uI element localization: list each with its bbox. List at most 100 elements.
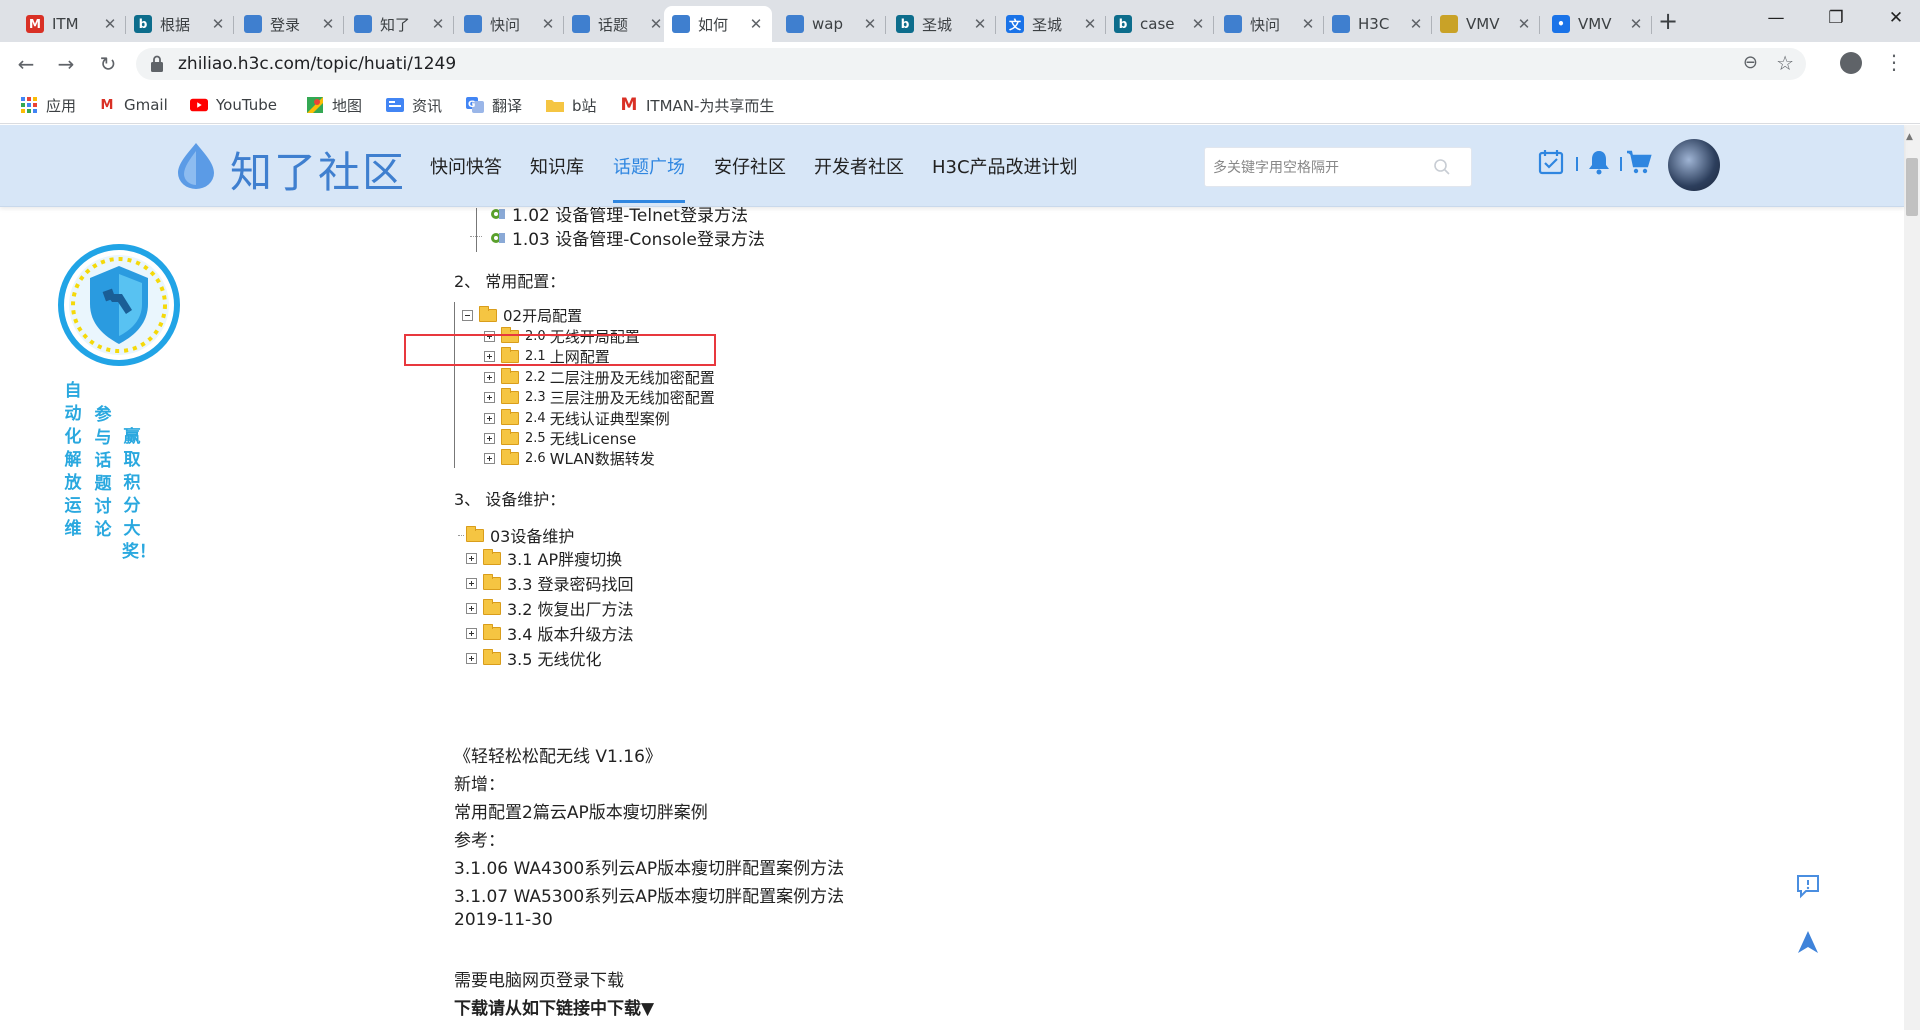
tree-folder-item[interactable]: 3.3 登录密码找回	[466, 571, 634, 595]
search-input[interactable]	[1213, 157, 1413, 179]
tab-close-icon[interactable]: ✕	[1516, 15, 1532, 33]
expand-icon[interactable]	[484, 453, 495, 465]
minimize-button[interactable]: —	[1746, 0, 1806, 36]
browser-tab[interactable]: b case ✕	[1106, 6, 1214, 42]
tree-folder-item[interactable]: 3.1 AP胖瘦切换	[466, 546, 622, 570]
tree-folder-item[interactable]: 3.4 版本升级方法	[466, 621, 634, 645]
expand-icon[interactable]	[466, 602, 477, 614]
bookmark-itman[interactable]: M ITMAN-为共享而生	[620, 94, 775, 116]
tab-close-icon[interactable]: ✕	[430, 15, 446, 33]
reload-button[interactable]: ↻	[94, 50, 122, 78]
search-icon[interactable]	[1433, 158, 1451, 176]
tree-folder-03[interactable]: 03设备维护	[458, 523, 574, 547]
address-bar[interactable]: zhiliao.h3c.com/topic/huati/1249 ⊖ ☆	[136, 48, 1806, 80]
expand-icon[interactable]	[484, 392, 495, 404]
nav-developer[interactable]: 开发者社区	[814, 153, 904, 179]
expand-icon[interactable]	[484, 371, 495, 383]
account-icon[interactable]	[1840, 52, 1862, 74]
tree-folder-02[interactable]: 02开局配置	[462, 305, 582, 326]
tree-folder-item[interactable]: 2.5 无线License	[484, 428, 636, 449]
tree-folder-item[interactable]: 2.3 三层注册及无线加密配置	[484, 387, 715, 408]
folder-icon	[501, 429, 519, 445]
browser-tab[interactable]: 话题 ✕	[564, 6, 672, 42]
h3c-icon	[1224, 15, 1242, 33]
tab-close-icon[interactable]: ✕	[540, 15, 556, 33]
tree-item-console[interactable]: 1.03 设备管理-Console登录方法	[490, 225, 765, 250]
tab-close-icon[interactable]: ✕	[1082, 15, 1098, 33]
calendar-check-icon[interactable]	[1538, 149, 1564, 175]
site-logo-text[interactable]: 知了社区	[230, 139, 406, 200]
bookmark-news[interactable]: 资讯	[386, 94, 442, 116]
tab-close-icon[interactable]: ✕	[320, 15, 336, 33]
bookmark-maps[interactable]: 地图	[306, 94, 362, 116]
feedback-icon[interactable]	[1794, 872, 1822, 900]
expand-icon[interactable]	[466, 652, 477, 664]
url-text[interactable]: zhiliao.h3c.com/topic/huati/1249	[178, 54, 456, 74]
back-button[interactable]: ←	[12, 50, 40, 78]
h3c-icon	[244, 15, 262, 33]
browser-tab[interactable]: 知了 ✕	[346, 6, 454, 42]
nav-huati[interactable]: 话题广场	[613, 153, 685, 203]
browser-tab[interactable]: 登录 ✕	[236, 6, 344, 42]
new-tab-button[interactable]: +	[1652, 6, 1684, 36]
close-window-button[interactable]: ✕	[1866, 0, 1920, 36]
bookmark-gmail[interactable]: M Gmail	[98, 94, 168, 116]
tab-close-icon[interactable]: ✕	[1190, 15, 1206, 33]
expand-icon[interactable]	[466, 552, 477, 564]
browser-tab[interactable]: b 根据 ✕	[126, 6, 234, 42]
bookmark-youtube[interactable]: YouTube	[190, 94, 277, 116]
collapse-icon[interactable]	[462, 310, 473, 321]
tree-folder-item[interactable]: 3.5 无线优化	[466, 646, 602, 670]
browser-tab[interactable]: 快问 ✕	[456, 6, 564, 42]
browser-tab[interactable]: b 圣城 ✕	[888, 6, 996, 42]
bookmark-star-icon[interactable]: ☆	[1776, 51, 1794, 75]
browser-tab[interactable]: 如何 ✕	[664, 6, 772, 42]
scroll-up-icon[interactable]: ▲	[1906, 132, 1913, 142]
bookmark-apps[interactable]: 应用	[20, 94, 76, 116]
tab-close-icon[interactable]: ✕	[210, 15, 226, 33]
bell-icon[interactable]	[1586, 149, 1612, 175]
bookmark-translate[interactable]: G 翻译	[466, 94, 522, 116]
nav-anzai[interactable]: 安仔社区	[714, 153, 786, 179]
tab-close-icon[interactable]: ✕	[748, 15, 764, 33]
cart-icon[interactable]	[1626, 149, 1652, 175]
expand-icon[interactable]	[484, 433, 495, 444]
promo-shield-badge[interactable]	[56, 242, 182, 368]
browser-tab[interactable]: M ITM ✕	[18, 6, 126, 42]
bookmark-bzhan[interactable]: b站	[546, 94, 597, 116]
expand-icon[interactable]	[466, 627, 477, 639]
browser-tab[interactable]: • VMV ✕	[1544, 6, 1652, 42]
nav-zhishiku[interactable]: 知识库	[530, 153, 584, 179]
tree-folder-item[interactable]: 2.4 无线认证典型案例	[484, 408, 670, 429]
tab-close-icon[interactable]: ✕	[1408, 15, 1424, 33]
tab-separator	[453, 16, 454, 34]
back-to-top-icon[interactable]	[1794, 928, 1822, 956]
tree-folder-item[interactable]: 3.2 恢复出厂方法	[466, 596, 634, 620]
maximize-button[interactable]: ❐	[1806, 0, 1866, 36]
tree-folder-item[interactable]: 2.2 二层注册及无线加密配置	[484, 367, 715, 388]
browser-tab[interactable]: 文圣城 ✕	[998, 6, 1106, 42]
browser-tab[interactable]: H3C ✕	[1324, 6, 1432, 42]
nav-improvement[interactable]: H3C产品改进计划	[932, 153, 1078, 179]
browser-tab[interactable]: wap ✕	[778, 6, 886, 42]
browser-tab[interactable]: VMV ✕	[1432, 6, 1540, 42]
h3c-icon	[354, 15, 372, 33]
zoom-icon[interactable]: ⊖	[1743, 52, 1758, 73]
tab-close-icon[interactable]: ✕	[862, 15, 878, 33]
logo-icon[interactable]	[176, 143, 216, 189]
expand-icon[interactable]	[484, 412, 495, 424]
tab-close-icon[interactable]: ✕	[1628, 15, 1644, 33]
menu-icon[interactable]: ⋮	[1884, 50, 1904, 74]
tab-close-icon[interactable]: ✕	[1300, 15, 1316, 33]
expand-icon[interactable]	[466, 577, 477, 589]
tab-close-icon[interactable]: ✕	[972, 15, 988, 33]
tab-close-icon[interactable]: ✕	[648, 15, 664, 33]
tab-close-icon[interactable]: ✕	[102, 15, 118, 33]
tree-folder-item[interactable]: 2.6 WLAN数据转发	[484, 448, 655, 469]
page-scrollbar[interactable]	[1904, 125, 1920, 1030]
scrollbar-thumb[interactable]	[1906, 158, 1918, 216]
user-avatar[interactable]	[1668, 139, 1720, 191]
forward-button[interactable]: →	[52, 50, 80, 78]
browser-tab[interactable]: 快问 ✕	[1216, 6, 1324, 42]
nav-kuaiwen[interactable]: 快问快答	[430, 153, 502, 179]
